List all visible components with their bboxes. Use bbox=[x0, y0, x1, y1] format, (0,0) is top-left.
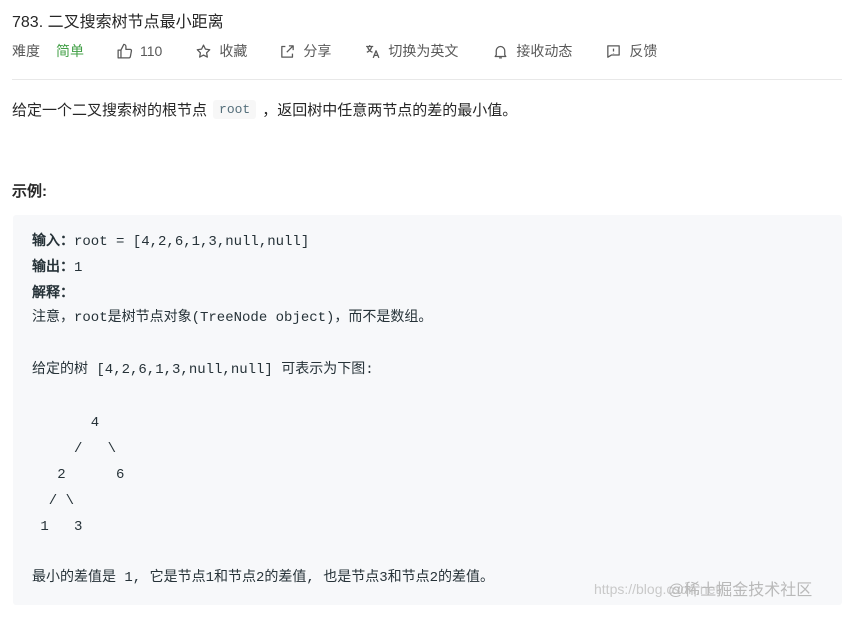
share-icon bbox=[281, 44, 295, 58]
example-tree-intro: 给定的树 [4,2,6,1,3,null,null] 可表示为下图: bbox=[32, 362, 374, 378]
output-value: 1 bbox=[74, 260, 83, 276]
favorite-label: 收藏 bbox=[219, 43, 248, 59]
problem-description: 给定一个二叉搜索树的根节点 root ，返回树中任意两节点的差的最小值。 bbox=[12, 99, 517, 120]
watermark-brand: @稀土掘金技术社区 bbox=[668, 582, 813, 599]
notify-label: 接收动态 bbox=[516, 43, 573, 59]
switch-language-button[interactable]: 切换为英文 bbox=[364, 41, 458, 61]
example-output-line: 输出：1 bbox=[32, 256, 82, 278]
translate-icon bbox=[366, 44, 380, 58]
feedback-button[interactable]: 反馈 bbox=[605, 41, 657, 61]
explain-label: 解释： bbox=[32, 284, 74, 300]
favorite-button[interactable]: 收藏 bbox=[195, 41, 247, 61]
example-explain-label: 解释： bbox=[32, 282, 74, 304]
description-text-before: 给定一个二叉搜索树的根节点 bbox=[12, 102, 208, 119]
difficulty-badge: 简单 bbox=[56, 43, 84, 59]
star-icon bbox=[196, 43, 211, 58]
notify-button[interactable]: 接收动态 bbox=[492, 41, 572, 61]
difficulty-label: 难度 bbox=[12, 43, 40, 59]
input-label: 输入： bbox=[32, 232, 74, 248]
tree-diagram-line: 4 bbox=[32, 415, 100, 431]
inline-code-root: root bbox=[213, 100, 257, 119]
header-divider bbox=[12, 79, 842, 80]
tree-diagram-line: 1 3 bbox=[32, 519, 83, 535]
bell-icon bbox=[494, 45, 507, 59]
description-text-after: ，返回树中任意两节点的差的最小值。 bbox=[262, 102, 518, 119]
feedback-icon bbox=[607, 44, 621, 58]
like-button[interactable]: 110 bbox=[116, 43, 162, 60]
feedback-label: 反馈 bbox=[629, 43, 658, 59]
share-button[interactable]: 分享 bbox=[279, 41, 331, 61]
thumbs-up-icon bbox=[117, 43, 133, 59]
tree-diagram-line: / \ bbox=[32, 441, 117, 457]
example-input-line: 输入：root = [4,2,6,1,3,null,null] bbox=[32, 230, 309, 252]
problem-title: 783. 二叉搜索树节点最小距离 bbox=[12, 14, 224, 31]
problem-meta-bar: 难度 简单 110 收藏 分享 切换为英文 接收动态 反馈 bbox=[12, 40, 657, 62]
tree-diagram-line: 2 6 bbox=[32, 467, 125, 483]
tree-diagram-line: / \ bbox=[32, 493, 75, 509]
input-value: root = [4,2,6,1,3,null,null] bbox=[74, 234, 310, 250]
example-code-block bbox=[13, 215, 842, 605]
share-label: 分享 bbox=[303, 43, 332, 59]
output-label: 输出： bbox=[32, 258, 74, 274]
example-heading: 示例: bbox=[12, 183, 47, 200]
example-conclusion-line: 最小的差值是 1, 它是节点1和节点2的差值, 也是节点3和节点2的差值。 bbox=[32, 570, 495, 586]
like-count: 110 bbox=[140, 43, 163, 59]
switch-language-label: 切换为英文 bbox=[388, 43, 459, 59]
example-note-line: 注意，root是树节点对象(TreeNode object)，而不是数组。 bbox=[32, 310, 433, 326]
